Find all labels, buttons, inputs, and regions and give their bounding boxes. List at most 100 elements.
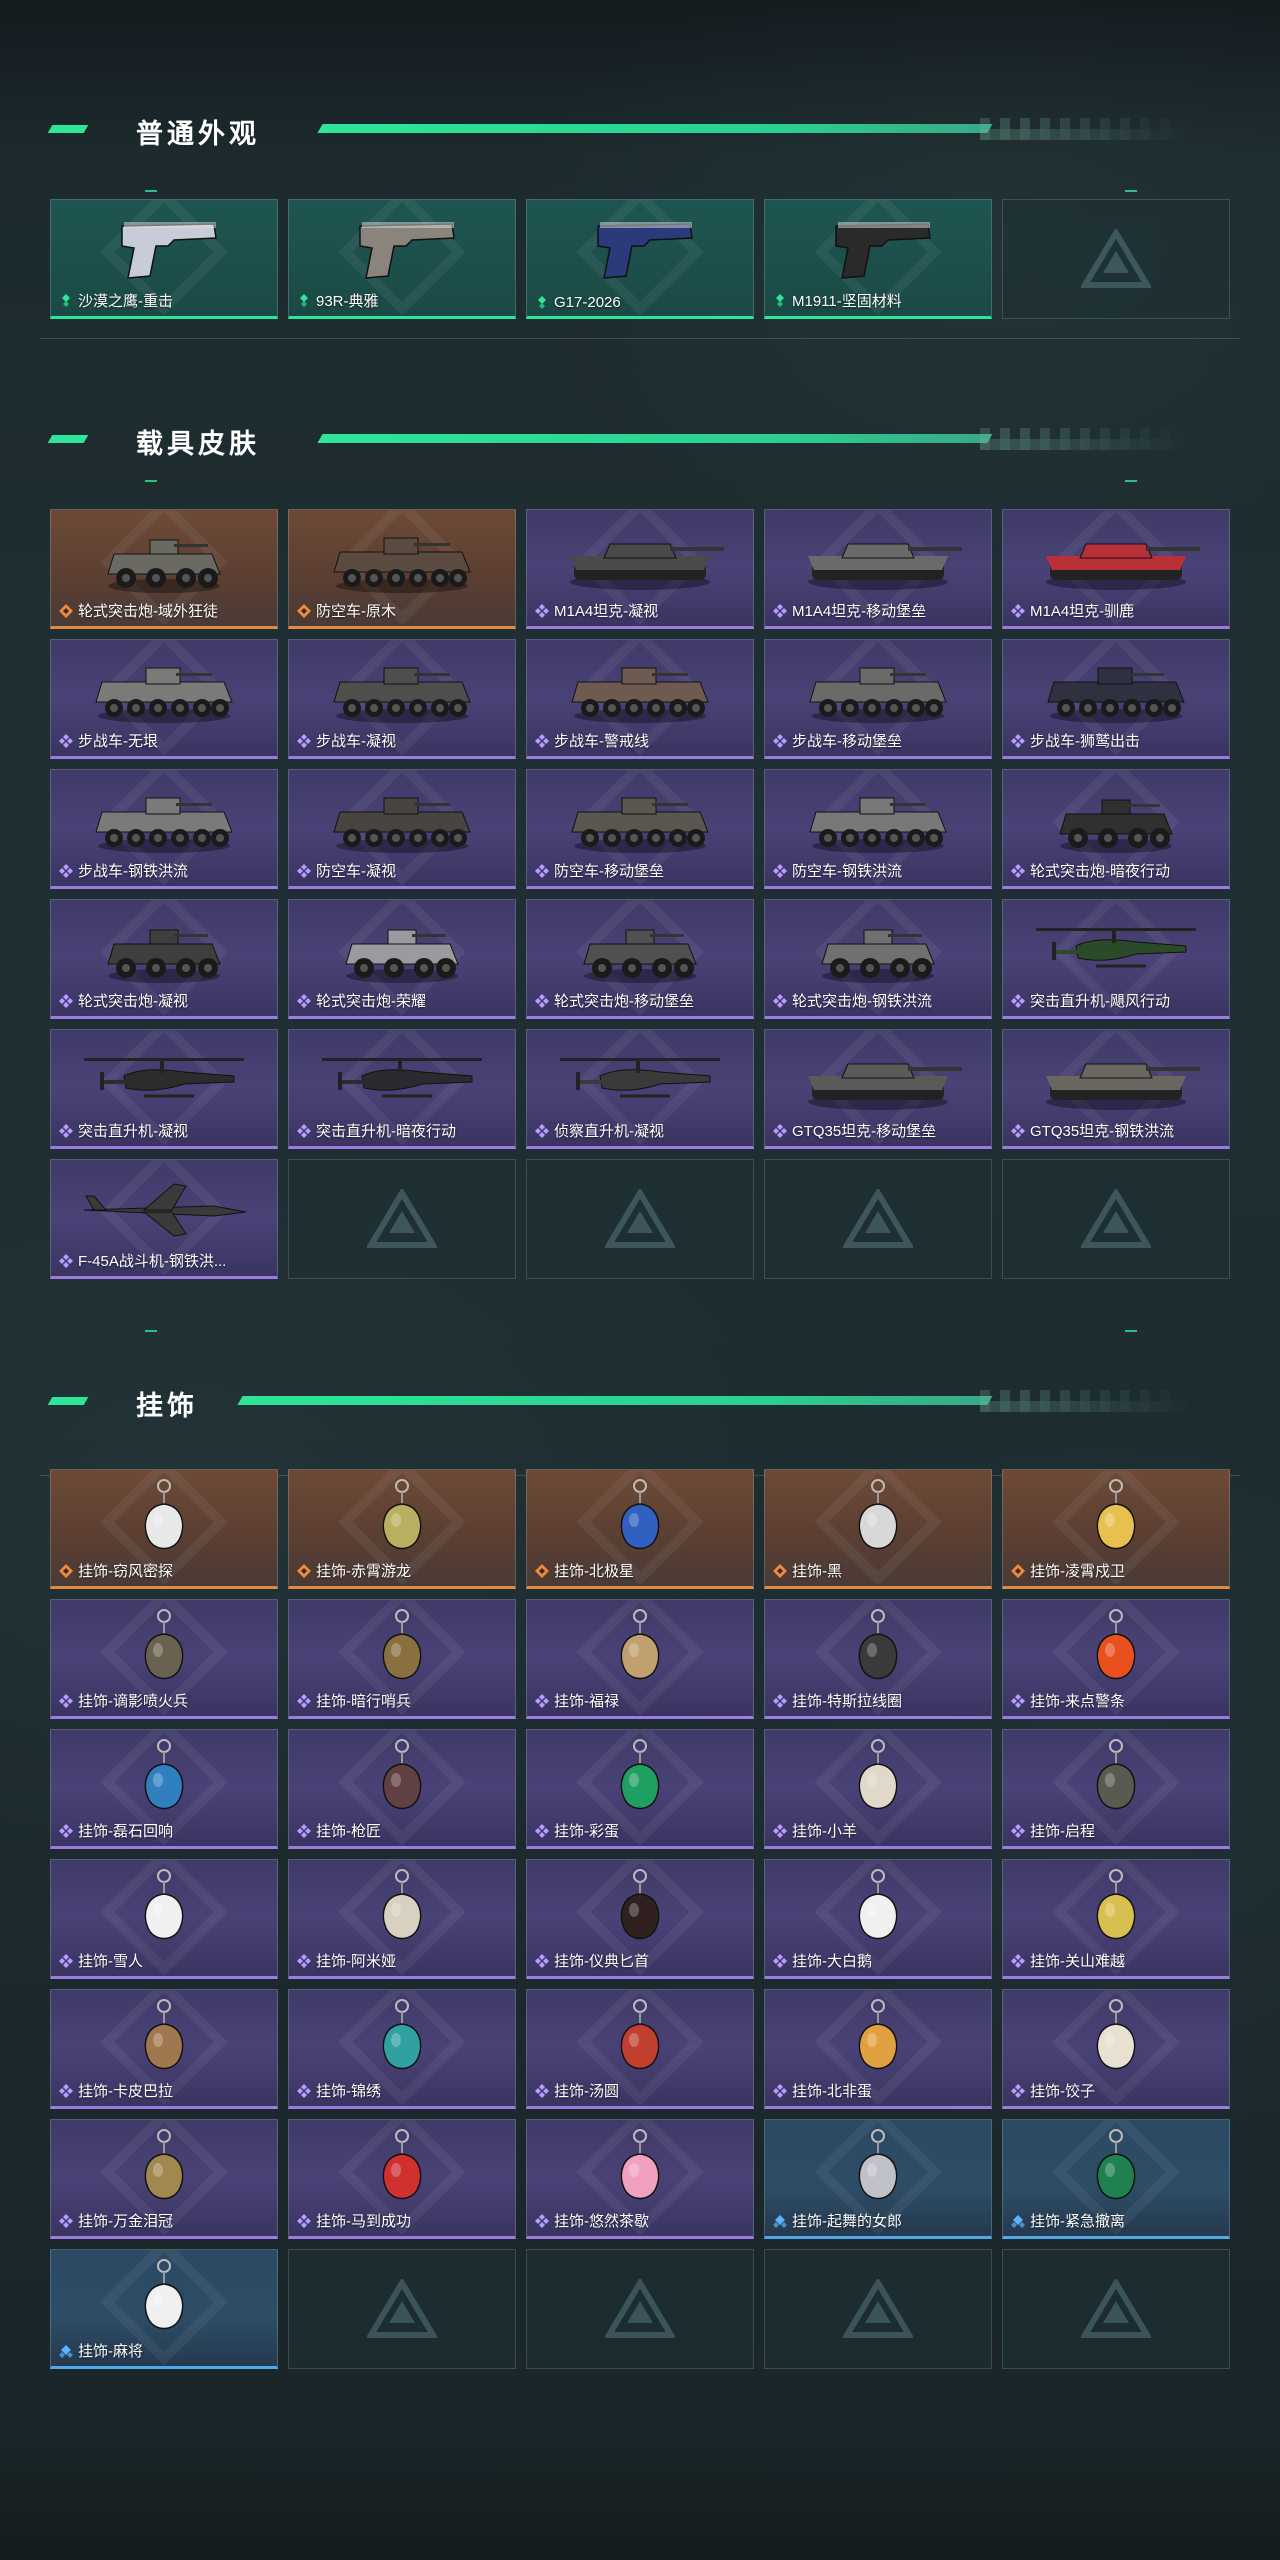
item-label: F-45A战斗机-钢铁洪... [59, 1250, 226, 1271]
item-card[interactable]: 步战车-钢铁洪流 [50, 769, 278, 889]
item-label: 步战车-移动堡垒 [773, 730, 902, 751]
item-card[interactable]: 挂饰-饺子 [1002, 1989, 1230, 2109]
empty-slot [1002, 2249, 1230, 2369]
header-accent-bar [47, 435, 89, 443]
rarity-diamond-icon [1011, 2214, 1025, 2228]
charm-image [765, 2126, 991, 2210]
item-card[interactable]: 步战车-警戒线 [526, 639, 754, 759]
header-accent-bar [47, 125, 89, 133]
item-card[interactable]: 侦察直升机-凝视 [526, 1029, 754, 1149]
item-label: 挂饰-北极星 [535, 1560, 634, 1581]
item-label: 挂饰-起舞的女郎 [773, 2210, 902, 2231]
rarity-diamond-icon [59, 733, 73, 748]
item-card[interactable]: 挂饰-福禄 [526, 1599, 754, 1719]
item-card[interactable]: 步战车-凝视 [288, 639, 516, 759]
item-card[interactable]: 防空车-钢铁洪流 [764, 769, 992, 889]
item-card[interactable]: 挂饰-彩蛋 [526, 1729, 754, 1849]
charm-image [289, 1996, 515, 2080]
rarity-diamond-icon [59, 2083, 73, 2098]
item-card[interactable]: 挂饰-来点警条 [1002, 1599, 1230, 1719]
item-name: GTQ35坦克-移动堡垒 [792, 1123, 937, 1140]
item-card[interactable]: 挂饰-悠然茶歇 [526, 2119, 754, 2239]
rarity-diamond-icon [1011, 2083, 1025, 2098]
rarity-diamond-icon [1011, 1123, 1025, 1138]
item-name: 挂饰-来点警条 [1030, 1693, 1125, 1710]
item-card[interactable]: 挂饰-大白鹅 [764, 1859, 992, 1979]
item-card[interactable]: F-45A战斗机-钢铁洪... [50, 1159, 278, 1279]
item-card[interactable]: 轮式突击炮-凝视 [50, 899, 278, 1019]
item-label: 挂饰-万金泪冠 [59, 2210, 173, 2231]
item-card[interactable]: 挂饰-北非蛋 [764, 1989, 992, 2109]
item-card[interactable]: 突击直升机-飓风行动 [1002, 899, 1230, 1019]
item-card[interactable]: 防空车-移动堡垒 [526, 769, 754, 889]
item-card[interactable]: 突击直升机-凝视 [50, 1029, 278, 1149]
item-name: 轮式突击炮-凝视 [78, 993, 188, 1010]
item-label: 挂饰-马到成功 [297, 2210, 411, 2231]
item-card[interactable]: M1911-坚固材料 [764, 199, 992, 319]
item-card[interactable]: 挂饰-紧急撤离 [1002, 2119, 1230, 2239]
item-card[interactable]: 挂饰-关山难越 [1002, 1859, 1230, 1979]
item-name: 挂饰-大白鹅 [792, 1953, 872, 1970]
item-name: 步战车-狮鹫出击 [1030, 733, 1140, 750]
item-card[interactable]: 轮式突击炮-域外狂徒 [50, 509, 278, 629]
item-card[interactable]: 挂饰-卡皮巴拉 [50, 1989, 278, 2109]
item-card[interactable]: 轮式突击炮-钢铁洪流 [764, 899, 992, 1019]
item-card[interactable]: 突击直升机-暗夜行动 [288, 1029, 516, 1149]
item-card[interactable]: 挂饰-起舞的女郎 [764, 2119, 992, 2239]
charm-image [51, 1996, 277, 2080]
rarity-diamond-icon [1011, 1563, 1025, 1578]
item-name: 步战车-警戒线 [554, 733, 649, 750]
item-card[interactable]: 步战车-狮鹫出击 [1002, 639, 1230, 759]
empty-slot [288, 1159, 516, 1279]
item-card[interactable]: 挂饰-凌霄戍卫 [1002, 1469, 1230, 1589]
item-card[interactable]: 步战车-移动堡垒 [764, 639, 992, 759]
item-card[interactable]: 挂饰-特斯拉线圈 [764, 1599, 992, 1719]
rarity-diamond-icon [535, 2083, 549, 2098]
rarity-diamond-icon [59, 1253, 73, 1268]
item-card[interactable]: 挂饰-窃风密探 [50, 1469, 278, 1589]
item-card[interactable]: M1A4坦克-凝视 [526, 509, 754, 629]
item-card[interactable]: 轮式突击炮-暗夜行动 [1002, 769, 1230, 889]
item-card[interactable]: 挂饰-汤圆 [526, 1989, 754, 2109]
rarity-diamond-icon [535, 863, 549, 878]
item-card[interactable]: 挂饰-暗行哨兵 [288, 1599, 516, 1719]
item-card[interactable]: 轮式突击炮-荣耀 [288, 899, 516, 1019]
item-card[interactable]: 沙漠之鹰-重击 [50, 199, 278, 319]
item-card[interactable]: 挂饰-万金泪冠 [50, 2119, 278, 2239]
item-card[interactable]: 挂饰-启程 [1002, 1729, 1230, 1849]
item-card[interactable]: 挂饰-麻将 [50, 2249, 278, 2369]
rarity-diamond-icon [535, 1123, 549, 1138]
rarity-diamond-icon [59, 863, 73, 878]
item-card[interactable]: 挂饰-小羊 [764, 1729, 992, 1849]
item-card[interactable]: 防空车-原木 [288, 509, 516, 629]
item-card[interactable]: 挂饰-北极星 [526, 1469, 754, 1589]
item-card[interactable]: 挂饰-黑 [764, 1469, 992, 1589]
item-name: 挂饰-悠然茶歇 [554, 2213, 649, 2230]
header-stripe [317, 124, 993, 133]
item-card[interactable]: 挂饰-雪人 [50, 1859, 278, 1979]
item-image [51, 776, 277, 860]
item-card[interactable]: 挂饰-谪影喷火兵 [50, 1599, 278, 1719]
item-card[interactable]: 93R-典雅 [288, 199, 516, 319]
item-card[interactable]: M1A4坦克-移动堡垒 [764, 509, 992, 629]
item-card[interactable]: 挂饰-锦绣 [288, 1989, 516, 2109]
item-card[interactable]: 步战车-无垠 [50, 639, 278, 759]
item-card[interactable]: 挂饰-马到成功 [288, 2119, 516, 2239]
charm-image [1003, 1866, 1229, 1950]
deco-tick [145, 480, 157, 482]
item-card[interactable]: 挂饰-赤霄游龙 [288, 1469, 516, 1589]
item-name: 挂饰-仪典匕首 [554, 1953, 649, 1970]
item-card[interactable]: 挂饰-阿米娅 [288, 1859, 516, 1979]
item-name: 步战车-移动堡垒 [792, 733, 902, 750]
item-card[interactable]: 挂饰-枪匠 [288, 1729, 516, 1849]
item-card[interactable]: 轮式突击炮-移动堡垒 [526, 899, 754, 1019]
item-card[interactable]: M1A4坦克-驯鹿 [1002, 509, 1230, 629]
item-card[interactable]: 挂饰-磊石回响 [50, 1729, 278, 1849]
item-card[interactable]: G17-2026 [526, 199, 754, 319]
item-card[interactable]: 防空车-凝视 [288, 769, 516, 889]
item-card[interactable]: 挂饰-仪典匕首 [526, 1859, 754, 1979]
item-card[interactable]: GTQ35坦克-移动堡垒 [764, 1029, 992, 1149]
charm-image [1003, 1736, 1229, 1820]
charm-image [527, 1866, 753, 1950]
item-card[interactable]: GTQ35坦克-钢铁洪流 [1002, 1029, 1230, 1149]
